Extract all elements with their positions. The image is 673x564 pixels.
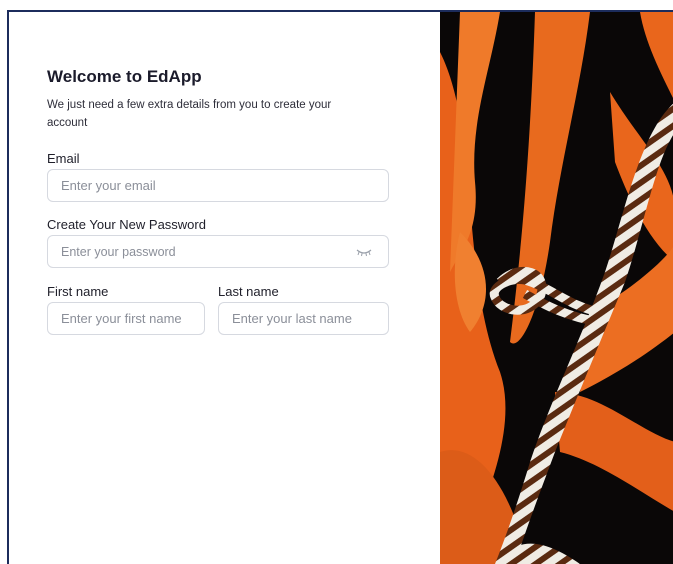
email-field[interactable] [48,170,388,201]
coral-photo [440,12,673,564]
last-name-label: Last name [218,284,279,299]
page-subtitle: We just need a few extra details from yo… [47,99,332,129]
last-name-field-wrapper [218,302,389,335]
last-name-field[interactable] [219,303,388,334]
first-name-field[interactable] [48,303,204,334]
email-label: Email [47,151,80,166]
password-label: Create Your New Password [47,217,206,232]
first-name-label: First name [47,284,109,299]
password-field[interactable] [48,236,388,267]
eye-closed-icon[interactable] [356,247,372,257]
signup-window: Welcome to EdApp We just need a few extr… [7,10,673,564]
first-name-field-wrapper [47,302,205,335]
coral-illustration [440,12,673,564]
password-field-wrapper [47,235,389,268]
email-field-wrapper [47,169,389,202]
page-title: Welcome to EdApp [47,67,202,86]
signup-form-panel: Welcome to EdApp We just need a few extr… [9,12,440,564]
